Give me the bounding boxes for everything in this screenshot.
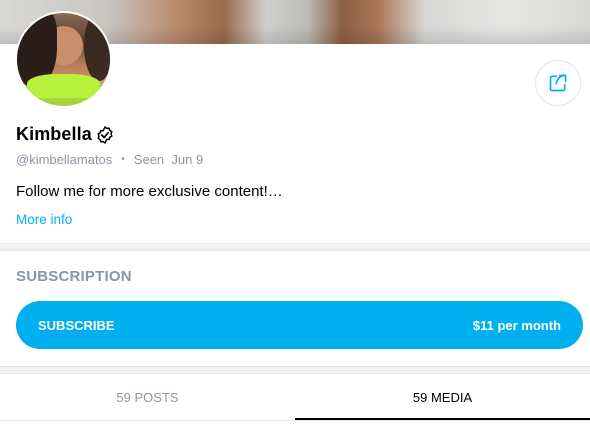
more-info-link[interactable]: More info — [16, 212, 72, 227]
subscribe-price: $11 per month — [472, 317, 561, 333]
tab-posts[interactable]: 59 POSTS — [0, 374, 295, 420]
tab-media[interactable]: 59 MEDIA — [295, 374, 590, 420]
username: @kimbellamatos — [16, 152, 113, 167]
share-button[interactable] — [535, 60, 581, 106]
section-divider — [0, 366, 590, 374]
meta-separator: • — [121, 154, 125, 165]
last-seen: Seen Jun 9 — [133, 152, 204, 167]
share-icon — [549, 74, 567, 92]
subscribe-button[interactable]: SUBSCRIBE $11 per month — [16, 301, 583, 349]
avatar[interactable] — [15, 11, 112, 108]
profile-bio: Follow me for more exclusive content!… — [16, 183, 283, 200]
subscription-heading: SUBSCRIPTION — [16, 268, 132, 285]
tabs-divider — [0, 420, 590, 421]
profile-name-row: Kimbella — [16, 124, 115, 145]
verified-badge-icon — [97, 125, 113, 144]
profile-tabs: 59 POSTS 59 MEDIA — [0, 374, 590, 420]
profile-name: Kimbella — [16, 124, 92, 144]
section-divider — [0, 243, 590, 251]
profile-meta: @kimbellamatos • Seen Jun 9 — [16, 152, 203, 167]
subscribe-label: SUBSCRIBE — [38, 317, 115, 333]
